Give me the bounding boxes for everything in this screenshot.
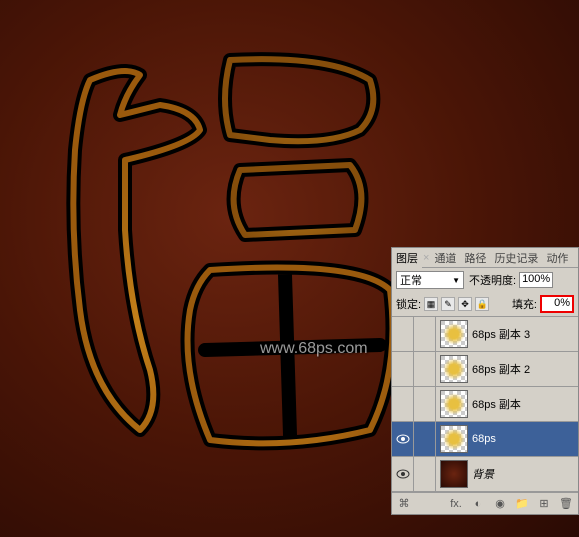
visibility-toggle[interactable] [392, 422, 414, 457]
panel-footer: ⌘ fx. ◐ ◉ 📁 ⊞ 🗑 [392, 492, 578, 514]
opacity-label: 不透明度: [469, 272, 516, 288]
tab-history[interactable]: 历史记录 [490, 248, 542, 268]
footer-left-icons: ⌘ [396, 496, 412, 512]
trash-icon[interactable]: 🗑 [558, 496, 574, 512]
eye-icon [396, 469, 410, 479]
blend-mode-value: 正常 [400, 272, 422, 288]
link-column[interactable] [414, 457, 436, 492]
eye-icon [396, 434, 410, 444]
link-icon[interactable]: ⌘ [396, 496, 412, 512]
layer-thumbnail[interactable] [440, 460, 468, 488]
layer-list: 68ps 副本 3 68ps 副本 2 68ps 副本 68ps [392, 317, 578, 492]
layer-name-label: 背景 [472, 466, 578, 482]
opacity-input[interactable]: 100% [519, 272, 553, 288]
tab-channels[interactable]: 通道 [430, 248, 460, 268]
panel-tabs: 图层 × 通道 路径 历史记录 动作 [392, 248, 578, 268]
watermark-text: www.68ps.com [260, 340, 368, 358]
link-column[interactable] [414, 317, 436, 352]
fill-input[interactable]: 0% [540, 295, 574, 313]
tab-actions[interactable]: 动作 [542, 248, 572, 268]
layer-name-label: 68ps 副本 3 [472, 326, 578, 342]
tab-paths[interactable]: 路径 [460, 248, 490, 268]
tab-layers[interactable]: 图层 [392, 248, 422, 268]
layers-panel: 图层 × 通道 路径 历史记录 动作 正常 ▼ 不透明度: 100% 锁定: ▦… [391, 247, 579, 515]
fill-label: 填充: [512, 296, 537, 312]
blend-mode-row: 正常 ▼ 不透明度: 100% [392, 268, 578, 292]
lock-transparent-icon[interactable]: ▦ [424, 297, 438, 311]
layer-row[interactable]: 背景 [392, 457, 578, 492]
adjustment-icon[interactable]: ◉ [492, 496, 508, 512]
visibility-toggle[interactable] [392, 387, 414, 422]
tab-separator: × [423, 252, 429, 264]
link-column[interactable] [414, 387, 436, 422]
new-layer-icon[interactable]: ⊞ [536, 496, 552, 512]
blend-mode-select[interactable]: 正常 ▼ [396, 271, 464, 289]
layer-row[interactable]: 68ps 副本 2 [392, 352, 578, 387]
link-column[interactable] [414, 352, 436, 387]
visibility-toggle[interactable] [392, 352, 414, 387]
visibility-toggle[interactable] [392, 457, 414, 492]
layer-row[interactable]: 68ps 副本 3 [392, 317, 578, 352]
lock-label: 锁定: [396, 296, 421, 312]
layer-thumbnail[interactable] [440, 425, 468, 453]
footer-right-icons: fx. ◐ ◉ 📁 ⊞ 🗑 [448, 496, 574, 512]
lock-move-icon[interactable]: ✥ [458, 297, 472, 311]
lock-all-icon[interactable]: 🔒 [475, 297, 489, 311]
layer-name-label: 68ps 副本 [472, 396, 578, 412]
lock-row: 锁定: ▦ ✎ ✥ 🔒 填充: 0% [392, 292, 578, 317]
chevron-down-icon: ▼ [452, 276, 460, 285]
layer-thumbnail[interactable] [440, 390, 468, 418]
lock-icons-group: ▦ ✎ ✥ 🔒 [424, 297, 489, 311]
layer-row[interactable]: 68ps [392, 422, 578, 457]
layer-row[interactable]: 68ps 副本 [392, 387, 578, 422]
lock-brush-icon[interactable]: ✎ [441, 297, 455, 311]
mask-icon[interactable]: ◐ [470, 496, 486, 512]
folder-icon[interactable]: 📁 [514, 496, 530, 512]
layer-thumbnail[interactable] [440, 320, 468, 348]
layer-thumbnail[interactable] [440, 355, 468, 383]
layer-name-label: 68ps 副本 2 [472, 361, 578, 377]
layer-name-label: 68ps [472, 433, 578, 445]
fx-icon[interactable]: fx. [448, 496, 464, 512]
visibility-toggle[interactable] [392, 317, 414, 352]
link-column[interactable] [414, 422, 436, 457]
fu-character-artwork [30, 30, 410, 460]
